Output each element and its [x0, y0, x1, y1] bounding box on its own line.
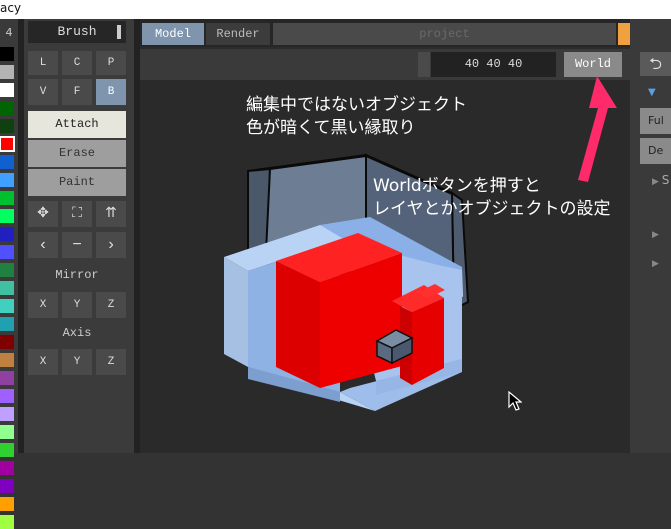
move-icon[interactable]: ✥	[28, 201, 58, 227]
color-swatch[interactable]	[0, 389, 14, 403]
lift-icon[interactable]: ⇈	[96, 201, 126, 227]
color-swatch[interactable]	[0, 317, 14, 331]
mode-erase-button[interactable]: Erase	[28, 140, 126, 167]
annotation-right: Worldボタンを押すと レイヤとかオブジェクトの設定	[373, 175, 611, 221]
color-swatch[interactable]	[0, 299, 14, 313]
undo-icon[interactable]: ⮌	[640, 52, 671, 76]
color-swatch[interactable]	[0, 281, 14, 295]
shape-button-b[interactable]: B	[96, 79, 126, 105]
color-swatch[interactable]	[0, 136, 15, 152]
window-title: acy	[0, 1, 22, 15]
color-swatch[interactable]	[0, 191, 14, 205]
annotation-arrow-icon	[578, 76, 617, 182]
mirror-z-button[interactable]: Z	[96, 292, 126, 318]
model-toolbar: 40 40 40 World	[140, 49, 630, 80]
next-icon[interactable]: ›	[96, 232, 126, 258]
palette-header: 4	[5, 26, 13, 39]
mirror-y-button[interactable]: Y	[62, 292, 92, 318]
dimension-field[interactable]: 40 40 40	[431, 52, 556, 77]
full-button[interactable]: Ful	[640, 108, 671, 134]
tree-item-1[interactable]: ▶ S	[652, 173, 669, 187]
annotation-top-line2: 色が暗くて黒い縁取り	[246, 118, 416, 138]
tree-item-label: S	[661, 173, 670, 187]
brush-title: Brush	[57, 24, 97, 39]
tab-bar: Model Render project	[140, 19, 630, 47]
color-swatch[interactable]	[0, 497, 14, 511]
axis-y-button[interactable]: Y	[62, 349, 92, 375]
color-swatch[interactable]	[0, 173, 14, 187]
de-button[interactable]: De	[640, 138, 671, 164]
dimension-grip[interactable]	[418, 52, 430, 77]
color-swatch[interactable]	[0, 353, 14, 367]
shape-button-v[interactable]: V	[28, 79, 58, 105]
color-swatch[interactable]	[0, 263, 14, 277]
project-name-field[interactable]: project	[273, 23, 616, 45]
tree-item-2[interactable]: ▶	[652, 230, 659, 240]
main-area: Model Render project 40 40 40 World	[140, 19, 630, 453]
panel-grip-icon[interactable]	[117, 25, 121, 39]
tab-render[interactable]: Render	[206, 23, 270, 45]
select-rect-icon[interactable]: ⛶	[62, 201, 92, 227]
axis-x-button[interactable]: X	[28, 349, 58, 375]
color-swatch[interactable]	[0, 83, 14, 97]
color-swatch[interactable]	[0, 101, 14, 115]
brush-header: Brush	[28, 21, 126, 43]
tree-item-3[interactable]: ▶	[652, 259, 659, 269]
color-palette: 4	[0, 19, 18, 529]
annotation-top: 編集中ではないオブジェクト 色が暗くて黒い縁取り	[246, 94, 467, 140]
color-swatch[interactable]	[0, 47, 14, 61]
tab-model[interactable]: Model	[142, 23, 204, 45]
color-swatch[interactable]	[0, 155, 14, 169]
color-swatch[interactable]	[0, 515, 14, 529]
annotation-top-line1: 編集中ではないオブジェクト	[246, 95, 467, 115]
mirror-label: Mirror	[55, 268, 99, 282]
color-swatch[interactable]	[0, 479, 14, 493]
mirror-x-button[interactable]: X	[28, 292, 58, 318]
annotation-right-line1: Worldボタンを押すと	[373, 176, 541, 196]
expand-triangle-icon[interactable]: ▼	[648, 87, 656, 98]
mode-paint-button[interactable]: Paint	[28, 169, 126, 196]
brush-panel: Brush L C P V F B Attach Erase Paint ✥ ⛶…	[24, 19, 134, 453]
right-panel: ⮌ ▼ Ful De ▶ S ▶ ▶	[630, 19, 671, 453]
mouse-cursor-icon	[508, 391, 522, 411]
prev-icon[interactable]: ‹	[28, 232, 58, 258]
color-swatch[interactable]	[0, 335, 14, 349]
color-swatch[interactable]	[0, 461, 14, 475]
shape-button-l[interactable]: L	[28, 51, 58, 75]
color-swatch[interactable]	[0, 227, 14, 241]
window-titlebar: acy	[0, 0, 671, 19]
shape-button-c[interactable]: C	[62, 51, 92, 75]
minus-icon[interactable]: −	[62, 232, 92, 258]
color-swatch[interactable]	[0, 245, 14, 259]
annotation-right-line2: レイヤとかオブジェクトの設定	[373, 199, 611, 219]
accent-tab	[618, 23, 630, 45]
color-swatch[interactable]	[0, 425, 14, 439]
axis-label: Axis	[62, 326, 92, 340]
shape-button-p[interactable]: P	[96, 51, 126, 75]
shape-button-f[interactable]: F	[62, 79, 92, 105]
mode-attach-button[interactable]: Attach	[28, 111, 126, 138]
color-swatch[interactable]	[0, 443, 14, 457]
color-swatch[interactable]	[0, 371, 14, 385]
axis-z-button[interactable]: Z	[96, 349, 126, 375]
color-swatch[interactable]	[0, 407, 14, 421]
color-swatch[interactable]	[0, 209, 14, 223]
color-swatch[interactable]	[0, 65, 14, 79]
color-swatch[interactable]	[0, 119, 14, 133]
